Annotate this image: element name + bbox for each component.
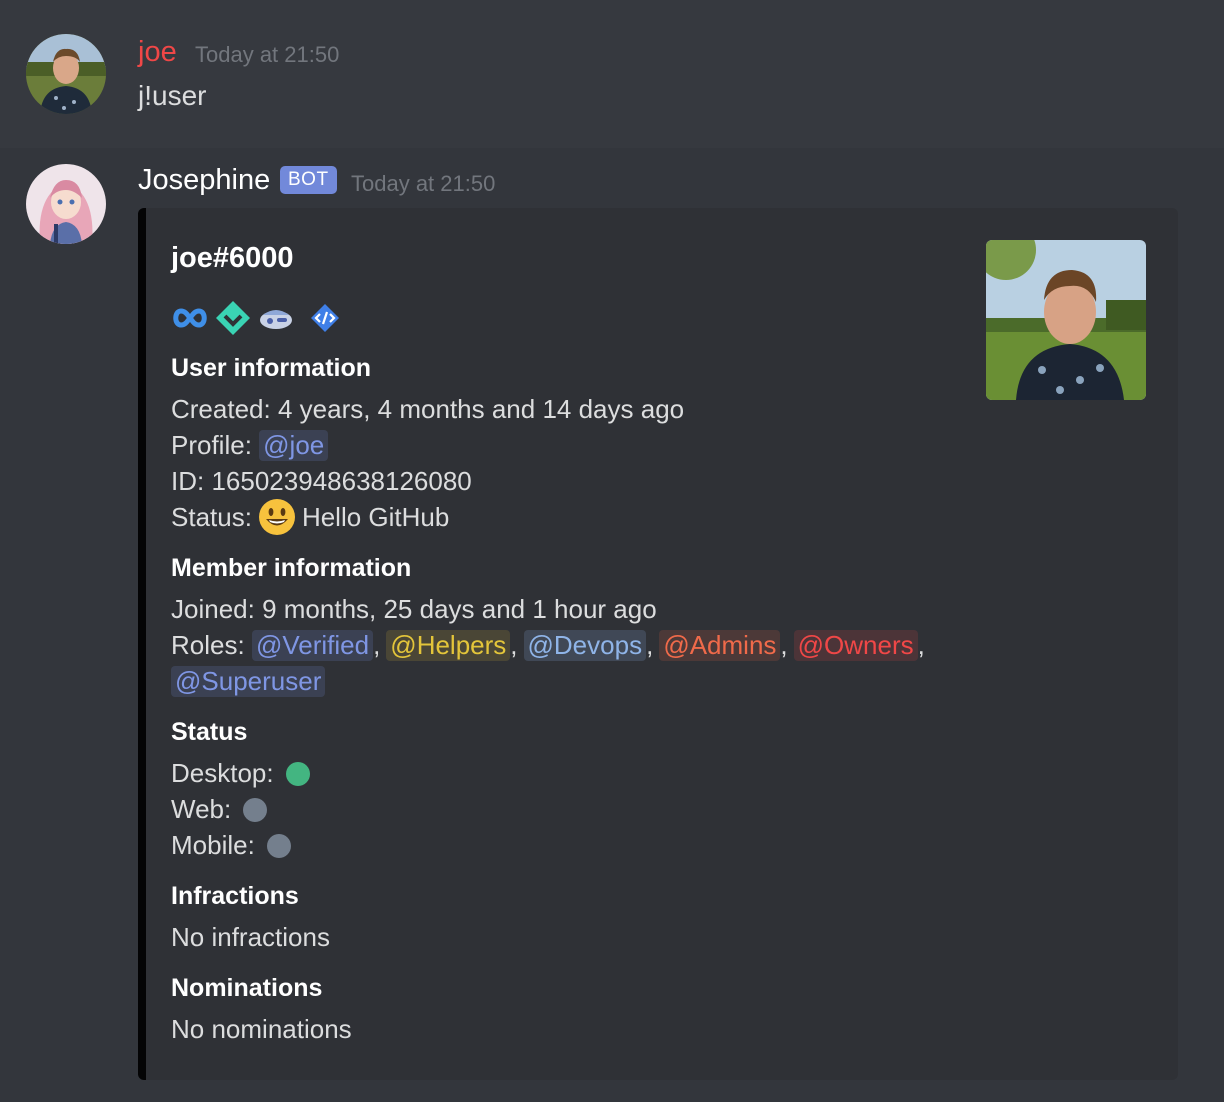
message-josephine: Josephine BOT Today at 21:50 joe#6000 Us…: [0, 148, 1224, 1102]
status-text: Hello GitHub: [301, 501, 450, 532]
created-value: 4 years, 4 months and 14 days ago: [277, 394, 685, 424]
roles-label: Roles:: [171, 630, 245, 660]
hypesquad-balance-icon: [171, 303, 209, 338]
role-superuser[interactable]: @Superuser: [171, 666, 326, 697]
embed-title: joe#6000: [171, 242, 294, 274]
created-line: Created: 4 years, 4 months and 14 days a…: [171, 394, 684, 425]
role-admins[interactable]: @Admins: [659, 630, 781, 661]
role-verified[interactable]: @Verified: [251, 630, 374, 661]
web-offline-icon: [243, 797, 268, 822]
role-devops[interactable]: @Devops: [523, 630, 647, 661]
field-nominations: Nominations: [171, 974, 323, 1002]
joined-label: Joined:: [171, 594, 255, 624]
role-separator: ,: [917, 630, 925, 660]
id-label: ID:: [171, 466, 205, 496]
nominations-text: No nominations: [171, 1014, 352, 1044]
web-label: Web:: [171, 794, 232, 824]
author-name[interactable]: joe: [138, 36, 177, 69]
dev-icon: [309, 302, 341, 339]
role-owners[interactable]: @Owners: [793, 630, 918, 661]
role-separator: ,: [780, 630, 788, 660]
role-helpers[interactable]: @Helpers: [386, 630, 511, 661]
roles-line-2: @Superuser: [171, 666, 326, 697]
bot-tag: BOT: [280, 166, 337, 194]
joined-value: 9 months, 25 days and 1 hour ago: [262, 594, 657, 624]
mobile-offline-icon: [266, 833, 291, 858]
id-line: ID: 165023948638126080: [171, 466, 472, 497]
profile-mention[interactable]: @joe: [259, 430, 329, 461]
smiley-emoji-icon: [258, 498, 296, 536]
message-joe: joe Today at 21:50 j!user: [0, 0, 1224, 148]
profile-line: Profile: @joe: [171, 430, 329, 461]
joined-line: Joined: 9 months, 25 days and 1 hour ago: [171, 594, 657, 625]
field-status: Status: [171, 718, 248, 746]
message-timestamp: Today at 21:50: [195, 42, 340, 67]
role-separator: ,: [646, 630, 654, 660]
desktop-label: Desktop:: [171, 758, 274, 788]
author-name[interactable]: Josephine: [138, 164, 270, 197]
avatar-josephine[interactable]: [26, 164, 106, 244]
role-separator: ,: [373, 630, 381, 660]
message-content: j!user: [138, 80, 207, 111]
created-label: Created:: [171, 394, 271, 424]
mobile-status-line: Mobile:: [171, 830, 291, 861]
field-user-information: User information: [171, 354, 372, 382]
desktop-online-icon: [285, 761, 310, 786]
role-separator: ,: [510, 630, 518, 660]
status-label: Status:: [171, 501, 252, 532]
partner-icon: [257, 303, 295, 338]
id-value: 165023948638126080: [211, 466, 472, 496]
verified-bot-dev-icon: [215, 300, 251, 341]
web-status-line: Web:: [171, 794, 268, 825]
profile-label: Profile:: [171, 430, 252, 460]
roles-line: Roles: @Verified, @Helpers, @Devops, @Ad…: [171, 630, 925, 661]
desktop-status-line: Desktop:: [171, 758, 310, 789]
avatar-joe[interactable]: [26, 34, 106, 114]
infractions-text: No infractions: [171, 922, 330, 952]
message-timestamp: Today at 21:50: [351, 171, 496, 196]
user-info-embed: joe#6000 User information Created: 4 yea…: [138, 208, 1178, 1080]
field-member-information: Member information: [171, 554, 412, 582]
status-line: Status: Hello GitHub: [171, 498, 449, 536]
user-thumbnail[interactable]: [986, 240, 1146, 400]
mobile-label: Mobile:: [171, 830, 255, 860]
field-infractions: Infractions: [171, 882, 299, 910]
badge-row: [171, 300, 341, 341]
